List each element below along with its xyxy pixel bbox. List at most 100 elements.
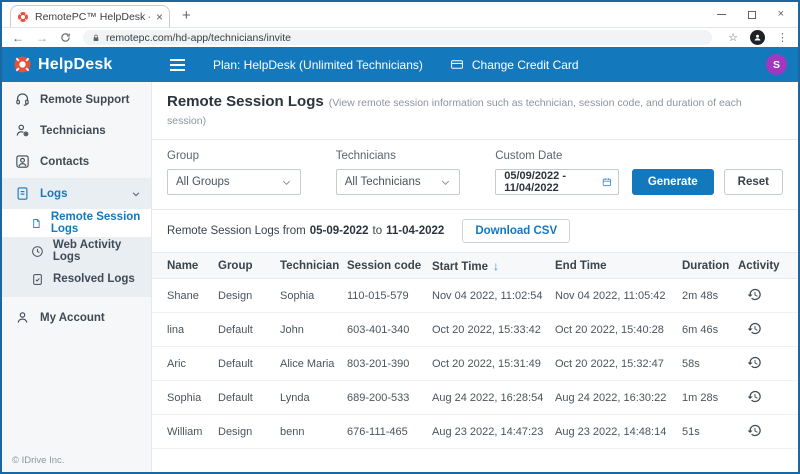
sidebar-item-resolved-logs[interactable]: Resolved Logs xyxy=(2,265,151,293)
sidebar-item-my-account[interactable]: My Account xyxy=(2,302,151,333)
session-log-icon xyxy=(33,218,40,228)
favicon-lifebuoy-icon xyxy=(18,11,28,22)
close-button[interactable]: × xyxy=(778,9,784,20)
cell-technician: benn xyxy=(280,425,305,438)
group-select[interactable]: All Groups xyxy=(167,169,301,195)
cell-end-time: Aug 23 2022, 14:48:14 xyxy=(555,425,667,438)
cell-group: Default xyxy=(218,357,253,370)
summary-row: Remote Session Logs from 05-09-2022 to 1… xyxy=(152,210,798,252)
browser-tab[interactable]: RemotePC™ HelpDesk - Remote × xyxy=(10,5,170,27)
table-row: Sophia Default Lynda 689-200-533 Aug 24 … xyxy=(152,381,798,415)
col-header-name[interactable]: Name xyxy=(167,260,218,272)
sidebar-item-contacts[interactable]: Contacts xyxy=(2,146,151,177)
browser-window: RemotePC™ HelpDesk - Remote × + × ← → re… xyxy=(0,0,800,474)
plan-label: Plan: HelpDesk (Unlimited Technicians) xyxy=(213,57,423,72)
date-range-input[interactable]: 05/09/2022 - 11/04/2022 xyxy=(495,169,619,195)
reset-button[interactable]: Reset xyxy=(723,169,783,195)
history-icon[interactable] xyxy=(747,355,762,370)
cell-session-code: 689-200-533 xyxy=(347,391,410,404)
col-header-start-time[interactable]: Start Time ↓ xyxy=(432,259,555,273)
history-icon[interactable] xyxy=(747,423,762,438)
menu-hamburger-icon[interactable] xyxy=(170,58,185,71)
cell-start-time: Nov 04 2022, 11:02:54 xyxy=(432,289,543,302)
table-row: Aric Default Alice Maria 803-201-390 Oct… xyxy=(152,347,798,381)
cell-start-time: Aug 23 2022, 14:47:23 xyxy=(432,425,544,438)
cell-end-time: Oct 20 2022, 15:32:47 xyxy=(555,357,664,370)
chevron-down-icon xyxy=(132,191,140,196)
col-header-technician[interactable]: Technician xyxy=(280,260,347,272)
table-row: Shane Design Sophia 110-015-579 Nov 04 2… xyxy=(152,279,798,313)
history-icon[interactable] xyxy=(747,389,762,404)
history-icon[interactable] xyxy=(747,321,762,336)
cell-start-time: Oct 20 2022, 15:33:42 xyxy=(432,323,541,336)
url-text: remotepc.com/hd-app/technicians/invite xyxy=(106,31,292,44)
tab-close-icon[interactable]: × xyxy=(156,11,163,23)
contacts-icon xyxy=(16,155,29,168)
cell-session-code: 676-111-465 xyxy=(347,425,408,438)
cell-name: Shane xyxy=(167,289,199,302)
person-icon xyxy=(754,34,761,41)
sidebar-logs-group: Logs Remote Session Logs Web Activity Lo… xyxy=(2,178,151,297)
technicians-select[interactable]: All Technicians xyxy=(335,169,461,195)
copyright-text: © IDrive Inc. xyxy=(12,455,65,466)
cell-end-time: Oct 20 2022, 15:40:28 xyxy=(555,323,664,336)
tab-strip: RemotePC™ HelpDesk - Remote × + × xyxy=(2,2,798,28)
browser-menu-icon[interactable]: ⋮ xyxy=(777,31,788,44)
sidebar-item-logs[interactable]: Logs xyxy=(2,178,151,209)
credit-card-icon xyxy=(450,60,463,69)
reload-icon[interactable] xyxy=(60,32,71,43)
cell-name: Sophia xyxy=(167,391,202,404)
table-row: lina Default John 603-401-340 Oct 20 202… xyxy=(152,313,798,347)
logo-text: HelpDesk xyxy=(38,55,113,73)
cell-session-code: 603-401-340 xyxy=(347,323,410,336)
new-tab-button[interactable]: + xyxy=(182,7,191,24)
back-icon[interactable]: ← xyxy=(12,32,24,44)
cell-start-time: Oct 20 2022, 15:31:49 xyxy=(432,357,541,370)
summary-to-date: 11-04-2022 xyxy=(386,225,445,237)
bookmark-star-icon[interactable]: ☆ xyxy=(728,31,738,44)
col-header-duration[interactable]: Duration xyxy=(682,260,738,272)
cell-technician: Lynda xyxy=(280,391,310,404)
cell-duration: 58s xyxy=(682,357,700,370)
user-icon xyxy=(17,312,28,323)
browser-toolbar: ← → remotepc.com/hd-app/technicians/invi… xyxy=(2,28,798,47)
cell-group: Design xyxy=(218,425,253,438)
calendar-icon[interactable] xyxy=(602,176,612,188)
col-header-group[interactable]: Group xyxy=(218,260,280,272)
col-header-end-time[interactable]: End Time xyxy=(555,260,682,272)
generate-button[interactable]: Generate xyxy=(631,169,714,195)
forward-icon[interactable]: → xyxy=(36,32,48,44)
cell-technician: Sophia xyxy=(280,289,315,302)
lifebuoy-logo-icon xyxy=(14,56,31,73)
logs-icon xyxy=(17,187,28,200)
address-bar[interactable]: remotepc.com/hd-app/technicians/invite xyxy=(83,30,713,45)
cell-group: Design xyxy=(218,289,253,302)
sidebar-item-web-activity-logs[interactable]: Web Activity Logs xyxy=(2,237,151,265)
cell-technician: John xyxy=(280,323,304,336)
app-header: HelpDesk Plan: HelpDesk (Unlimited Techn… xyxy=(2,47,798,82)
minimize-button[interactable] xyxy=(716,14,726,15)
sidebar-item-technicians[interactable]: Technicians xyxy=(2,115,151,146)
history-icon[interactable] xyxy=(747,287,762,302)
cell-duration: 6m 46s xyxy=(682,323,719,336)
change-credit-card-button[interactable]: Change Credit Card xyxy=(449,58,579,72)
maximize-button[interactable] xyxy=(747,10,756,19)
cell-duration: 1m 28s xyxy=(682,391,719,404)
cell-name: lina xyxy=(167,323,185,336)
download-csv-button[interactable]: Download CSV xyxy=(462,219,571,243)
table-row: William Design benn 676-111-465 Aug 23 2… xyxy=(152,415,798,449)
cell-session-code: 110-015-579 xyxy=(347,289,409,302)
sidebar-item-remote-session-logs[interactable]: Remote Session Logs xyxy=(2,209,151,237)
user-avatar[interactable]: S xyxy=(766,54,787,75)
col-header-activity[interactable]: Activity xyxy=(738,260,783,272)
col-header-session-code[interactable]: Session code xyxy=(347,260,432,272)
helpdesk-logo[interactable]: HelpDesk xyxy=(2,55,152,74)
chevron-down-icon xyxy=(282,180,290,185)
window-controls: × xyxy=(703,9,798,20)
summary-prefix: Remote Session Logs from xyxy=(167,225,306,237)
browser-profile-avatar[interactable] xyxy=(750,30,765,45)
cell-duration: 51s xyxy=(682,425,700,438)
sort-descending-icon[interactable]: ↓ xyxy=(493,259,499,273)
sidebar-item-remote-support[interactable]: Remote Support xyxy=(2,84,151,115)
main-content: Remote Session Logs (View remote session … xyxy=(152,82,798,472)
